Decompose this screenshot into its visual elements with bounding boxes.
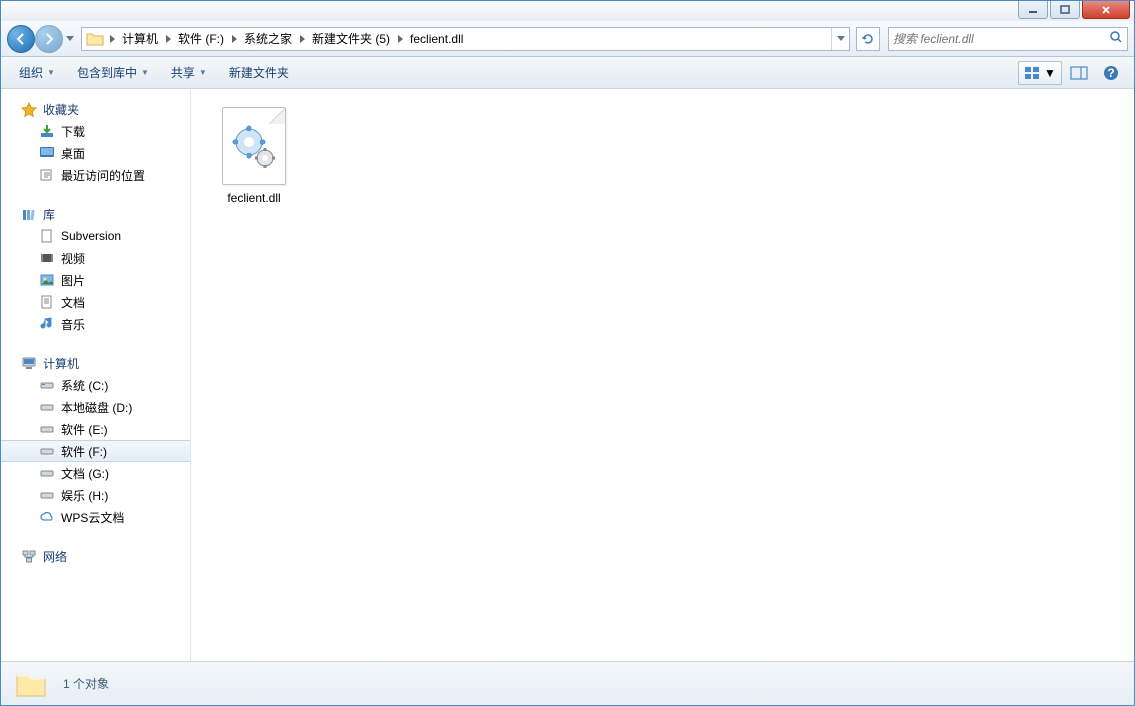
sidebar-item-drive-d[interactable]: 本地磁盘 (D:) — [1, 396, 190, 418]
file-label: feclient.dll — [227, 191, 280, 205]
sidebar-item-drive-f[interactable]: 软件 (F:) — [1, 440, 190, 462]
maximize-button[interactable] — [1050, 1, 1080, 19]
picture-icon — [39, 272, 55, 288]
chevron-right-icon[interactable] — [228, 35, 240, 43]
status-bar: 1 个对象 — [1, 661, 1134, 705]
sidebar-item-pictures[interactable]: 图片 — [1, 269, 190, 291]
chevron-right-icon[interactable] — [394, 35, 406, 43]
network-icon — [21, 549, 37, 565]
preview-pane-button[interactable] — [1064, 61, 1094, 85]
sidebar-item-drive-h[interactable]: 娱乐 (H:) — [1, 484, 190, 506]
navbar: 计算机 软件 (F:) 系统之家 新建文件夹 (5) feclient.dll — [1, 21, 1134, 57]
download-icon — [39, 123, 55, 139]
view-mode-button[interactable]: ▼ — [1018, 61, 1062, 85]
search-input[interactable] — [893, 32, 1109, 46]
body: 收藏夹 下载 桌面 最近访问的位置 库 Subversion 视频 图片 文档 … — [1, 89, 1134, 661]
nav-buttons — [7, 25, 77, 53]
chevron-right-icon[interactable] — [106, 35, 118, 43]
status-text: 1 个对象 — [63, 675, 109, 692]
cloud-icon — [39, 509, 55, 525]
help-button[interactable]: ? — [1096, 61, 1126, 85]
explorer-window: 计算机 软件 (F:) 系统之家 新建文件夹 (5) feclient.dll … — [0, 0, 1135, 706]
crumb-current[interactable]: feclient.dll — [406, 28, 467, 50]
minimize-button[interactable] — [1018, 1, 1048, 19]
content-area[interactable]: feclient.dll — [191, 89, 1134, 661]
toolbar: 组织▼ 包含到库中▼ 共享▼ 新建文件夹 ▼ ? — [1, 57, 1134, 89]
folder-icon — [84, 28, 106, 50]
drive-icon — [39, 443, 55, 459]
new-folder-button[interactable]: 新建文件夹 — [219, 60, 299, 85]
sidebar-item-subversion[interactable]: Subversion — [1, 225, 190, 247]
dll-file-icon — [222, 107, 286, 185]
sidebar-item-music[interactable]: 音乐 — [1, 313, 190, 335]
chevron-right-icon[interactable] — [296, 35, 308, 43]
video-icon — [39, 250, 55, 266]
crumb-folder-1[interactable]: 系统之家 — [240, 28, 296, 50]
sidebar-item-wps-cloud[interactable]: WPS云文档 — [1, 506, 190, 528]
document-icon — [39, 228, 55, 244]
nav-history-dropdown[interactable] — [63, 29, 77, 49]
close-button[interactable] — [1082, 1, 1130, 19]
recent-icon — [39, 167, 55, 183]
sidebar: 收藏夹 下载 桌面 最近访问的位置 库 Subversion 视频 图片 文档 … — [1, 89, 191, 661]
address-dropdown[interactable] — [831, 28, 849, 50]
svg-text:?: ? — [1107, 66, 1114, 80]
back-button[interactable] — [7, 25, 35, 53]
drive-icon — [39, 421, 55, 437]
include-library-button[interactable]: 包含到库中▼ — [67, 60, 159, 85]
organize-button[interactable]: 组织▼ — [9, 60, 65, 85]
sidebar-item-drive-e[interactable]: 软件 (E:) — [1, 418, 190, 440]
drive-icon — [39, 377, 55, 393]
sidebar-item-recent[interactable]: 最近访问的位置 — [1, 164, 190, 186]
chevron-right-icon[interactable] — [162, 35, 174, 43]
star-icon — [21, 102, 37, 118]
document-icon — [39, 294, 55, 310]
sidebar-item-documents[interactable]: 文档 — [1, 291, 190, 313]
search-icon — [1109, 30, 1123, 47]
sidebar-libraries-head[interactable]: 库 — [1, 204, 190, 225]
drive-icon — [39, 465, 55, 481]
share-button[interactable]: 共享▼ — [161, 60, 217, 85]
sidebar-favorites-head[interactable]: 收藏夹 — [1, 99, 190, 120]
folder-icon — [13, 666, 49, 702]
sidebar-computer-head[interactable]: 计算机 — [1, 353, 190, 374]
sidebar-item-desktop[interactable]: 桌面 — [1, 142, 190, 164]
sidebar-item-drive-c[interactable]: 系统 (C:) — [1, 374, 190, 396]
computer-icon — [21, 356, 37, 372]
titlebar — [1, 1, 1134, 21]
breadcrumb: 计算机 软件 (F:) 系统之家 新建文件夹 (5) feclient.dll — [106, 28, 831, 50]
desktop-icon — [39, 145, 55, 161]
libraries-icon — [21, 207, 37, 223]
drive-icon — [39, 399, 55, 415]
music-icon — [39, 316, 55, 332]
crumb-computer[interactable]: 计算机 — [118, 28, 162, 50]
address-bar[interactable]: 计算机 软件 (F:) 系统之家 新建文件夹 (5) feclient.dll — [81, 27, 850, 51]
sidebar-item-drive-g[interactable]: 文档 (G:) — [1, 462, 190, 484]
refresh-button[interactable] — [856, 27, 880, 51]
forward-button[interactable] — [35, 25, 63, 53]
file-item[interactable]: feclient.dll — [209, 107, 299, 205]
sidebar-network-head[interactable]: 网络 — [1, 546, 190, 567]
drive-icon — [39, 487, 55, 503]
sidebar-item-downloads[interactable]: 下载 — [1, 120, 190, 142]
window-controls — [1018, 1, 1130, 19]
crumb-folder-2[interactable]: 新建文件夹 (5) — [308, 28, 394, 50]
sidebar-item-videos[interactable]: 视频 — [1, 247, 190, 269]
search-box[interactable] — [888, 27, 1128, 51]
crumb-drive[interactable]: 软件 (F:) — [174, 28, 228, 50]
